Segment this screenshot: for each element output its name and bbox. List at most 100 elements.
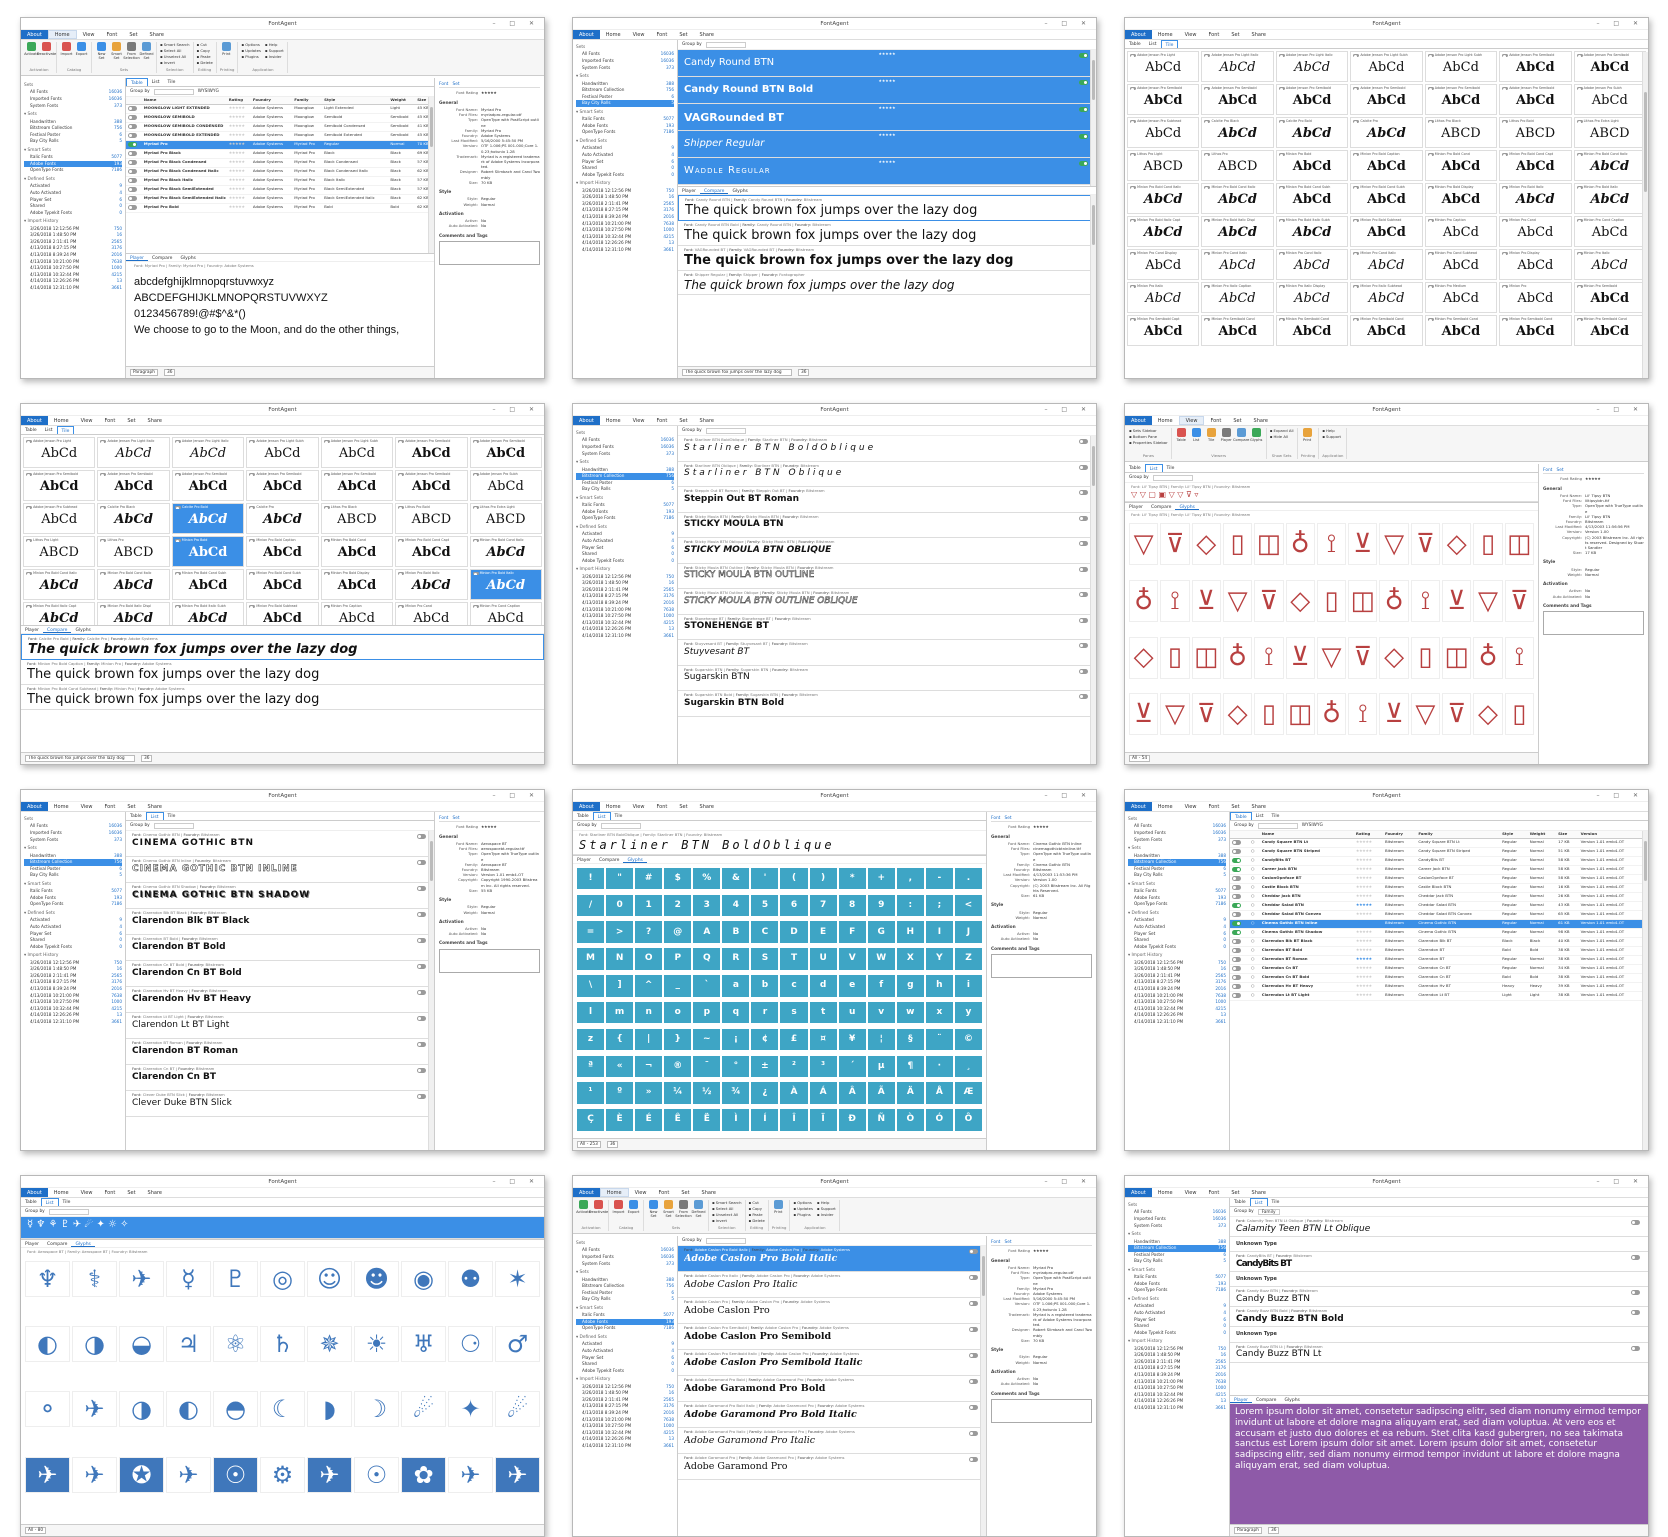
font-tile[interactable]: Minion Pro Caption AbCd [1424, 216, 1498, 247]
glass-glyph-icon[interactable]: ⊻ [1379, 693, 1409, 736]
glass-glyph-icon[interactable]: ◇ [1222, 693, 1253, 736]
glyph-cell[interactable]: Á [809, 1082, 837, 1104]
activation-toggle[interactable] [1130, 218, 1136, 223]
sidebar-item-4-13-2018-8-39-24-pm[interactable]: 4/13/2018 8:39:24 PM 2016 [1128, 1372, 1226, 1379]
font-tile[interactable]: Minion Pro Semibold Capt AbCd [1127, 315, 1200, 346]
glass-glyph-icon[interactable]: ⊽ [1254, 580, 1284, 623]
activation-toggle[interactable] [100, 505, 107, 510]
menu-about[interactable]: About [1125, 416, 1152, 425]
list-item[interactable]: Font: Starliner BTN BoldOblique | Family… [678, 436, 1096, 462]
sidebar-item-bitstream-collection[interactable]: Bitstream Collection 756 [576, 473, 674, 480]
compare-row[interactable]: Font: VAGRounded BT | Family: VAGRounded… [678, 246, 1096, 271]
activation-toggle[interactable] [1232, 849, 1241, 855]
list-item[interactable]: Font: Sticky Moula BTN Outline | Family:… [678, 564, 1096, 589]
glyph-cell[interactable]: G [867, 921, 895, 943]
sidebar-item-handwritten[interactable]: Handwritten 388 [1128, 1239, 1226, 1246]
activation-toggle[interactable] [969, 1379, 978, 1384]
activation-toggle[interactable] [1232, 984, 1241, 990]
sidebar-item-italic-fonts[interactable]: Italic Fonts 5077 [1128, 888, 1226, 895]
menu-about[interactable]: About [573, 416, 600, 425]
glyph-cell[interactable]: Æ [954, 1082, 982, 1104]
menu-font[interactable]: Font [650, 802, 673, 811]
font-tile[interactable]: Adobe Jenson Pro Semibold AbCd [1275, 84, 1349, 115]
properties-tabs[interactable]: Font Set [439, 82, 540, 89]
glyph-cell[interactable]: ² [780, 1055, 808, 1078]
glyph-cell[interactable]: = [577, 921, 605, 943]
glass-glyph-icon[interactable]: ◇ [1129, 636, 1159, 679]
menu-about[interactable]: About [1125, 1188, 1152, 1197]
tab-glyphs[interactable]: Glyphs [1280, 1396, 1303, 1403]
glyph-cell[interactable]: Î [780, 1109, 808, 1131]
font-tile[interactable]: Minion Pro Bold Display AbCd [1424, 183, 1498, 214]
glass-glyph-icon[interactable]: ♁ [1316, 693, 1347, 736]
pictogram-glyph-icon[interactable]: ☽ [354, 1391, 399, 1428]
menu-set[interactable]: Set [121, 802, 141, 811]
sidebar-item-imported-fonts[interactable]: Imported Fonts 16036 [576, 58, 674, 65]
pictogram-glyph-icon[interactable]: ◑ [119, 1391, 164, 1428]
table-row[interactable]: Myriad Pro Black Condensed Italic ★★★★★ Ad… [126, 167, 434, 177]
pictogram-glyph-icon[interactable]: ◗ [307, 1391, 352, 1428]
glyph-cell[interactable]: © [954, 1028, 982, 1051]
sidebar-item-shared[interactable]: Shared 0 [24, 203, 122, 210]
font-tile[interactable]: Minion Pro Cond Subhead AbCd [1424, 249, 1498, 280]
glyph-cell[interactable]: I [925, 921, 953, 943]
sidebar-item-player-set[interactable]: Player Set 6 [576, 159, 674, 166]
sidebar-item-activated[interactable]: Activated 9 [24, 917, 122, 924]
list-item[interactable]: Font: Adobe Caslon Pro Bold Italic | Fam… [678, 1246, 986, 1272]
ribbon-tile-button[interactable]: Tile [1205, 428, 1218, 442]
tab-player[interactable]: Player [21, 1240, 43, 1247]
sidebar-item-handwritten[interactable]: Handwritten 388 [576, 467, 674, 474]
activation-toggle[interactable] [1576, 284, 1583, 289]
sidebar-item-bay-city-rolls[interactable]: Bay City Rolls 5 [1128, 872, 1226, 879]
pictogram-glyph-icon[interactable]: ⚆ [448, 1326, 493, 1363]
sidebar-item-italic-fonts[interactable]: Italic Fonts 5077 [576, 116, 674, 123]
menu-about[interactable]: About [573, 1188, 600, 1197]
activation-toggle[interactable] [1631, 1220, 1640, 1225]
activation-toggle[interactable] [1079, 668, 1088, 674]
sidebar-item-auto-activated[interactable]: Auto Activated 4 [24, 190, 122, 197]
activation-toggle[interactable] [100, 571, 107, 576]
glyph-cell[interactable]: ¦ [867, 1028, 895, 1051]
glyph-cell[interactable]: Ñ [867, 1109, 895, 1131]
menu-font[interactable]: Font [1202, 30, 1225, 39]
sidebar-item-4-13-2018-8-39-24-pm[interactable]: 4/13/2018 8:39:24 PM 2016 [576, 1410, 674, 1417]
sidebar-item-4-14-2018-12-26-26-pm[interactable]: 4/14/2018 12:26:26 PM 13 [576, 626, 674, 633]
font-tile[interactable]: Minion Pro Bold Cond Italic AbCd [1127, 183, 1200, 214]
glyph-cell[interactable]: } [664, 1028, 692, 1051]
font-tile[interactable]: Lithos Pro Bold ABCD [395, 503, 468, 534]
glyph-cell[interactable]: % [693, 867, 721, 890]
activation-toggle[interactable] [1204, 218, 1211, 223]
glyph-cell[interactable]: 6 [780, 894, 808, 917]
activation-toggle[interactable] [1353, 53, 1360, 58]
activation-toggle[interactable] [1204, 86, 1211, 91]
activation-toggle[interactable] [1232, 903, 1241, 909]
activation-toggle[interactable] [1204, 317, 1211, 322]
tab-player[interactable]: Player [21, 626, 43, 633]
activation-toggle[interactable] [969, 1353, 978, 1358]
font-tile[interactable]: Minion Pro Bold Cond Subh AbCd [171, 569, 245, 600]
pictogram-glyph-icon[interactable]: ✈ [495, 1456, 540, 1493]
tab-compare[interactable]: Compare [595, 856, 623, 863]
activation-toggle[interactable] [1232, 840, 1241, 846]
activation-toggle[interactable] [1278, 185, 1285, 190]
font-tile[interactable]: Minion Pro Bold Italic Displ AbCd [97, 602, 170, 625]
sidebar-item-3-26-2018-12-12-56-pm[interactable]: 3/26/2018 12:12:56 PM 750 [1128, 1346, 1226, 1353]
menu-set[interactable]: Set [1225, 1188, 1245, 1197]
column-weight[interactable]: Weight [1527, 831, 1557, 839]
font-tile[interactable]: Adobe Jenson Pro Light AbCd [1127, 51, 1200, 82]
comments-tags-field[interactable] [991, 954, 1092, 979]
activation-toggle[interactable] [1278, 119, 1285, 124]
glyph-cell[interactable]: ± [751, 1055, 779, 1078]
activation-toggle[interactable] [472, 604, 479, 609]
font-tile[interactable]: Minion Pro Bold Cond AbCd [1424, 150, 1498, 181]
pictogram-glyph-icon[interactable]: ♃ [166, 1326, 211, 1363]
glass-glyph-icon[interactable]: ◫ [1254, 523, 1284, 566]
glass-glyph-icon[interactable]: ⟟ [1160, 580, 1190, 623]
font-tile[interactable]: Minion Pro Semibold AbCd [1573, 282, 1646, 313]
sidebar-item-activated[interactable]: Activated 9 [576, 145, 674, 152]
sidebar-item-player-set[interactable]: Player Set 6 [1128, 1317, 1226, 1324]
sidebar-item-adobe-fonts[interactable]: Adobe Fonts 193 [1128, 1281, 1226, 1288]
menu-about[interactable]: About [1125, 30, 1152, 39]
pictogram-glyph-icon[interactable]: ✶ [495, 1260, 540, 1297]
list-item[interactable]: Font: Candy Buzz BTN Lt | Foundry: Bitst… [1230, 1343, 1648, 1363]
